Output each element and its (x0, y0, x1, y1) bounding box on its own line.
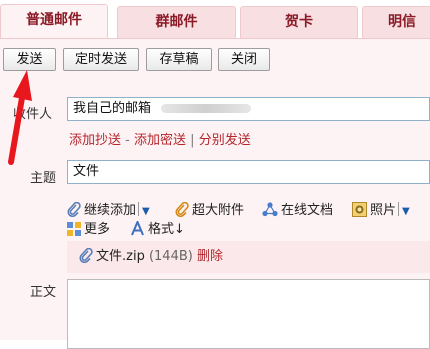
continue-add-label: 继续添加 (84, 203, 137, 218)
recipient-field[interactable]: 我自己的邮箱 (67, 97, 430, 121)
dropdown-caret-icon[interactable]: ▼ (142, 206, 150, 217)
scheduled-send-button[interactable]: 定时发送 (63, 48, 139, 71)
body-editor[interactable] (67, 279, 430, 349)
large-attachment-button[interactable]: 超大附件 (175, 199, 244, 218)
more-grid-icon (67, 222, 81, 236)
body-label: 正文 (30, 285, 57, 300)
subject-label: 主题 (30, 171, 57, 186)
large-attachment-label: 超大附件 (192, 203, 245, 218)
format-icon (131, 219, 144, 236)
more-button[interactable]: 更多 (67, 218, 110, 237)
tab-bar: 普通邮件 群邮件 贺卡 明信 (0, 0, 430, 40)
tab-normal-mail[interactable]: 普通邮件 (0, 4, 108, 40)
compose-panel: 发送 定时发送 存草稿 关闭 收件人 我自己的邮箱 添加抄送 - 添加密送 | … (0, 38, 430, 349)
attachment-item: 文件.zip (144B) 删除 (67, 241, 430, 273)
photos-button[interactable]: 照片 ▼ (352, 199, 410, 218)
paperclip-icon (67, 201, 81, 218)
subject-field[interactable]: 文件 (67, 160, 430, 184)
attachment-file-size: (144B) (148, 249, 193, 264)
recipient-label: 收件人 (13, 107, 53, 122)
continue-add-button[interactable]: 继续添加 ▼ (67, 199, 150, 218)
add-bcc-link[interactable]: 添加密送 (134, 133, 186, 148)
pipe-separator: | (190, 133, 195, 148)
dash-separator: - (125, 133, 130, 148)
redacted-address (161, 104, 252, 113)
tab-group-mail[interactable]: 群邮件 (117, 6, 236, 38)
photo-icon (352, 202, 367, 217)
dropdown-caret-icon[interactable]: ▼ (402, 206, 410, 217)
format-button[interactable]: 格式↓ (130, 218, 185, 237)
tab-postcard[interactable]: 明信 (362, 6, 430, 38)
online-docs-label: 在线文档 (281, 203, 334, 218)
large-file-icon (175, 201, 189, 218)
online-docs-button[interactable]: 在线文档 (262, 199, 333, 218)
online-docs-icon (262, 202, 278, 217)
separate-send-link[interactable]: 分别发送 (199, 133, 251, 148)
add-cc-link[interactable]: 添加抄送 (69, 133, 121, 148)
recipient-options: 添加抄送 - 添加密送 | 分别发送 (69, 129, 251, 148)
format-label: 格式↓ (148, 222, 185, 237)
close-button[interactable]: 关闭 (218, 48, 270, 71)
save-draft-button[interactable]: 存草稿 (146, 48, 212, 71)
paperclip-icon (79, 247, 93, 264)
photos-label: 照片 (370, 203, 397, 218)
attachment-file-name: 文件.zip (96, 249, 145, 264)
more-label: 更多 (84, 222, 111, 237)
recipient-value: 我自己的邮箱 (73, 101, 152, 116)
subject-value: 文件 (73, 164, 100, 179)
delete-attachment-link[interactable]: 删除 (197, 249, 223, 264)
divider (398, 202, 400, 216)
tab-greeting-card[interactable]: 贺卡 (240, 6, 358, 38)
divider (138, 202, 140, 216)
send-button[interactable]: 发送 (3, 48, 56, 71)
